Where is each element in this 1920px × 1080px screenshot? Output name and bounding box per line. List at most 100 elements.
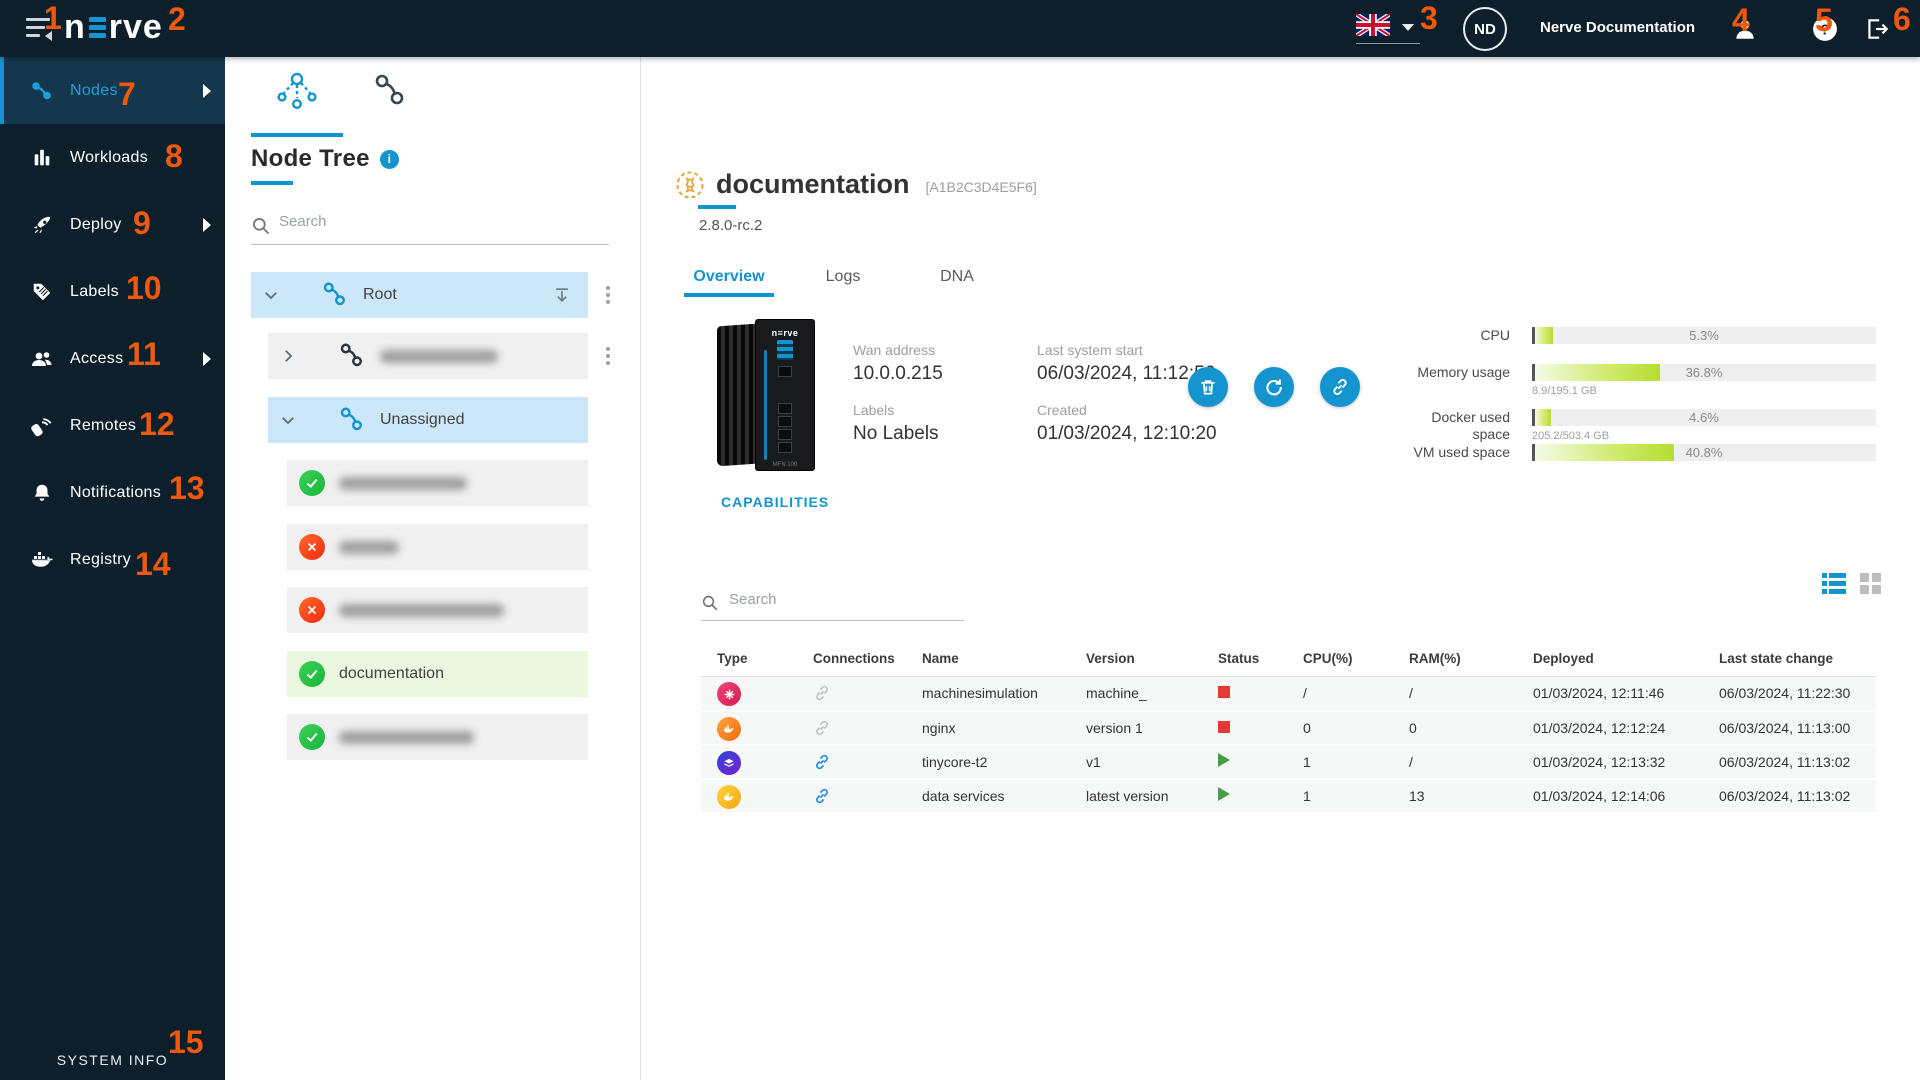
tree-node-label: Unassigned [380,411,465,428]
memory-usage-detail: 8.9/195.1 GB [1532,385,1597,397]
workload-row[interactable]: data services latest version 1 13 01/03/… [701,778,1876,814]
annotation-marker-10: 10 [126,270,162,306]
sidebar-item-labels[interactable]: Labels [0,258,225,325]
workload-last-state-change: 06/03/2024, 11:22:30 [1703,676,1876,712]
workload-name: machinesimulation [906,676,1070,712]
workload-ram: / [1393,744,1517,780]
workload-last-state-change: 06/03/2024, 11:13:02 [1703,778,1876,814]
annotation-marker-11: 11 [127,336,161,372]
col-cpu: CPU(%) [1287,643,1393,677]
offline-status-icon [299,597,325,623]
remote-connection-button[interactable] [1320,367,1360,407]
workload-last-state-change: 06/03/2024, 11:13:02 [1703,744,1876,780]
node-tree-panel: Node Tree i Root [225,57,641,1080]
node-version: 2.8.0-rc.2 [699,217,763,234]
node-tree-view-tab[interactable] [251,71,343,137]
workload-version: machine_ [1070,676,1202,712]
node-action-buttons [1188,367,1360,407]
sidebar-item-nodes[interactable]: Nodes [0,57,225,124]
capabilities-link[interactable]: CAPABILITIES [721,494,829,510]
col-name: Name [906,643,1070,677]
workload-ram: 13 [1393,778,1517,814]
connection-link-icon[interactable] [813,753,906,771]
chevron-down-icon [1402,24,1414,31]
online-status-icon [299,470,325,496]
tree-view-tabs [225,57,641,139]
workload-ram: / [1393,676,1517,712]
root-menu-kebab-icon[interactable] [599,280,617,310]
tree-node-blurred[interactable] [287,524,588,570]
annotation-marker-1: 1 [44,0,62,36]
annotation-marker-5: 5 [1815,2,1833,38]
avatar[interactable]: ND [1463,7,1507,51]
reboot-node-button[interactable] [1254,367,1294,407]
connection-link-icon[interactable] [813,787,906,805]
tree-node-blurred[interactable] [287,714,588,760]
sidebar-item-registry[interactable]: Registry [0,526,225,593]
tree-group-unassigned[interactable]: Unassigned [268,397,588,443]
sidebar-item-access[interactable]: Access [0,325,225,392]
list-view-toggle[interactable] [1822,573,1846,595]
workload-row[interactable]: tinycore-t2 v1 1 / 01/03/2024, 12:13:32 … [701,744,1876,780]
annotation-marker-7: 7 [118,76,136,112]
grid-view-toggle[interactable] [1860,573,1884,595]
tab-overview[interactable]: Overview [684,257,774,297]
offline-status-icon [299,534,325,560]
notifications-bell-icon [30,481,54,505]
tree-node-blurred[interactable] [287,460,588,506]
group-menu-kebab-icon[interactable] [599,341,617,371]
node-serial-number: [A1B2C3D4E5F6] [925,178,1037,195]
chevron-down-icon[interactable] [251,286,291,304]
annotation-marker-14: 14 [135,546,171,582]
workload-last-state-change: 06/03/2024, 11:13:00 [1703,710,1876,746]
online-status-icon [299,661,325,687]
trash-icon [1201,380,1215,395]
tree-node-documentation[interactable]: documentation [287,651,588,697]
info-icon[interactable]: i [379,149,399,169]
workload-version: latest version [1070,778,1202,814]
tree-group-root[interactable]: Root [251,272,588,318]
annotation-marker-4: 4 [1732,2,1750,38]
sidebar-item-label: Workloads [70,148,148,166]
codesys-workload-icon [717,682,741,707]
tab-dna[interactable]: DNA [912,257,1002,297]
sidebar-item-label: Remotes [70,416,137,434]
connection-link-icon[interactable] [813,684,906,702]
detail-labels: Labels No Labels [853,402,939,444]
sidebar-item-workloads[interactable]: Workloads [0,124,225,191]
logout-icon[interactable] [1862,14,1892,44]
tree-search-input[interactable] [279,213,579,230]
chevron-right-icon[interactable] [268,347,308,365]
workload-row[interactable]: nginx version 1 0 0 01/03/2024, 12:12:24… [701,710,1876,746]
tree-search-field [251,207,609,245]
workload-version: v1 [1070,744,1202,780]
workload-deployed: 01/03/2024, 12:11:46 [1517,676,1703,712]
sidebar-item-remotes[interactable]: Remotes [0,392,225,459]
connection-link-icon[interactable] [813,719,906,737]
col-type: Type [701,643,797,677]
workload-row[interactable]: machinesimulation machine_ / / 01/03/202… [701,676,1876,712]
chevron-down-icon[interactable] [268,411,308,429]
tree-node-blurred[interactable] [287,587,588,633]
workloads-icon [30,146,54,170]
sidebar-item-label: Registry [70,550,132,568]
docker-compose-workload-icon [717,784,741,809]
device-photo: n≡rve MFN 100 [717,319,815,471]
col-ram: RAM(%) [1393,643,1517,677]
docker-workload-icon [717,716,741,741]
view-toggles [1822,573,1884,595]
annotation-marker-15: 15 [168,1024,204,1060]
running-status-icon [1218,787,1230,801]
tab-logs[interactable]: Logs [798,257,888,297]
detail-wan-address: Wan address 10.0.0.215 [853,342,943,384]
access-users-icon [30,347,54,371]
workload-cpu: 1 [1287,744,1393,780]
workload-search-input[interactable] [729,591,1029,608]
annotation-marker-12: 12 [139,406,175,442]
delete-node-button[interactable] [1188,367,1228,407]
collapse-all-icon[interactable] [552,285,572,305]
node-list-view-tab[interactable] [343,71,435,137]
sidebar-item-deploy[interactable]: Deploy [0,191,225,258]
language-selector[interactable] [1356,14,1422,44]
tree-group-blurred[interactable] [268,333,588,379]
